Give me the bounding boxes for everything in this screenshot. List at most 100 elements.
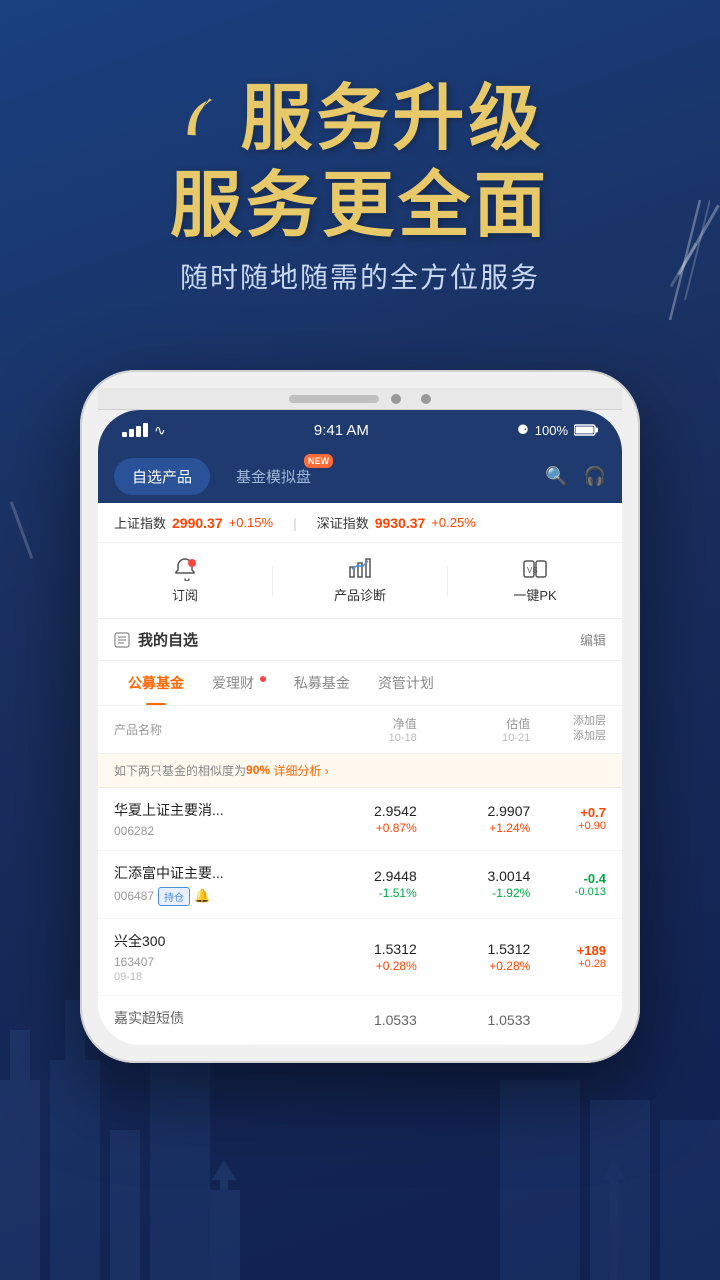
- subtitle-text: 随时随地随需的全方位服务: [0, 256, 720, 296]
- quick-actions: 订阅 产品诊断 VS: [98, 543, 622, 619]
- ticker-shenzhen: 深证指数 9930.37 +0.25%: [317, 513, 476, 532]
- nav-tab-zixi[interactable]: 自选产品: [114, 458, 210, 495]
- fund-action-2: -0.4 -0.013: [530, 871, 606, 898]
- notch-camera: [391, 394, 401, 404]
- fund-est-change-3: +0.28%: [417, 959, 531, 973]
- cat-tab-wealth[interactable]: 爱理财: [198, 661, 280, 705]
- fund-info-2: 汇添富中证主要... 006487 持仓 🔔: [114, 863, 303, 906]
- fund-nav-value-3: 1.5312: [303, 941, 417, 957]
- fund-est-2: 3.0014 -1.92%: [417, 868, 531, 900]
- similarity-alert: 如下两只基金的相似度为 90% 详细分析 ›: [98, 754, 622, 788]
- fund-code-number-3: 163407: [114, 955, 154, 969]
- signal-bars: [122, 423, 148, 437]
- vs-icon: VS: [523, 557, 547, 581]
- header-section: 服务升级 服务更全面 随时随地随需的全方位服务: [0, 80, 720, 296]
- ticker-sh-label: 上证指数: [114, 513, 166, 532]
- th-nav-label: 净值: [303, 715, 417, 732]
- fund-row-3[interactable]: 兴全300 163407 09-18 1.5312 +0.28% 1.5312 …: [98, 919, 622, 996]
- phone-notch: [98, 388, 622, 410]
- quick-action-subscribe[interactable]: 订阅: [98, 557, 272, 604]
- fund-tag-2: 持仓: [158, 887, 190, 906]
- fund-code-3: 163407: [114, 955, 303, 969]
- notch-speaker: [289, 395, 379, 403]
- fund-row-1[interactable]: 华夏上证主要消... 006282 2.9542 +0.87% 2.9907 +…: [98, 788, 622, 851]
- pk-label: 一键PK: [513, 585, 556, 604]
- cat-tab-wealth-label: 爱理财: [212, 675, 254, 691]
- chart-icon: [348, 557, 372, 581]
- similarity-text: 如下两只基金的相似度为: [114, 762, 246, 779]
- fund-est-value-4: 1.0533: [417, 1012, 531, 1028]
- diagnose-label: 产品诊断: [334, 585, 386, 604]
- fund-nav-value-2: 2.9448: [303, 868, 417, 884]
- fund-row-4[interactable]: 嘉实超短债 1.0533 1.0533: [98, 996, 622, 1045]
- fund-nav-value-1: 2.9542: [303, 803, 417, 819]
- fund-nav-2: 2.9448 -1.51%: [303, 868, 417, 900]
- quick-action-diagnose[interactable]: 产品诊断: [273, 557, 447, 604]
- section-title-text: 我的自选: [138, 629, 198, 650]
- ticker-sh-value: 2990.37: [172, 515, 223, 531]
- fund-return-sub-1: +0.90: [530, 820, 606, 832]
- fund-code-2: 006487 持仓 🔔: [114, 887, 303, 906]
- section-edit-btn[interactable]: 编辑: [580, 630, 606, 649]
- cat-tab-private[interactable]: 私募基金: [280, 661, 364, 705]
- fund-name-4: 嘉实超短债: [114, 1008, 303, 1028]
- watchlist-icon: [114, 632, 130, 648]
- signal-bar-3: [136, 426, 141, 437]
- th-name: 产品名称: [114, 721, 303, 738]
- ticker-sz-value: 9930.37: [375, 515, 426, 531]
- fund-est-3: 1.5312 +0.28%: [417, 941, 531, 973]
- ticker-separator: |: [293, 515, 297, 531]
- main-title-line1: 服务升级: [0, 80, 720, 159]
- fund-est-1: 2.9907 +1.24%: [417, 803, 531, 835]
- cat-tab-asset[interactable]: 资管计划: [364, 661, 448, 705]
- ticker-sz-label: 深证指数: [317, 513, 369, 532]
- fund-row-2[interactable]: 汇添富中证主要... 006487 持仓 🔔 2.9448 -1.51% 3.0…: [98, 851, 622, 919]
- market-ticker: 上证指数 2990.37 +0.15% | 深证指数 9930.37 +0.25…: [98, 503, 622, 543]
- fund-action-1: +0.7 +0.90: [530, 805, 606, 832]
- app-nav: 自选产品 基金模拟盘 NEW 🔍 🎧: [98, 450, 622, 503]
- wealth-dot: [260, 676, 266, 682]
- fund-return-sub-2: -0.013: [530, 886, 606, 898]
- status-left: ∿: [122, 422, 166, 439]
- fund-est-change-1: +1.24%: [417, 821, 531, 835]
- bluetooth-icon: ⚈: [517, 422, 529, 438]
- section-header: 我的自选 编辑: [98, 619, 622, 661]
- fund-nav-3: 1.5312 +0.28%: [303, 941, 417, 973]
- quick-action-pk[interactable]: VS 一键PK: [448, 557, 622, 604]
- fund-code-1: 006282: [114, 824, 303, 838]
- fund-return-3: +189: [530, 943, 606, 958]
- fund-nav-value-4: 1.0533: [303, 1012, 417, 1028]
- ticker-sh-change: +0.15%: [229, 515, 273, 530]
- headset-icon[interactable]: 🎧: [584, 466, 606, 487]
- nav-icons: 🔍 🎧: [545, 466, 606, 487]
- cat-tab-public[interactable]: 公募基金: [114, 661, 198, 705]
- status-time: 9:41 AM: [314, 422, 369, 439]
- fund-name-1: 华夏上证主要消...: [114, 800, 303, 820]
- fund-info-3: 兴全300 163407 09-18: [114, 931, 303, 983]
- fund-est-4: 1.0533: [417, 1012, 531, 1028]
- similarity-link[interactable]: 详细分析 ›: [273, 762, 328, 779]
- fund-name-3: 兴全300: [114, 931, 303, 951]
- phone-mockup: ∿ 9:41 AM ⚈ 100% 自选产品: [80, 370, 640, 1063]
- notch-camera2: [421, 394, 431, 404]
- fund-est-value-2: 3.0014: [417, 868, 531, 884]
- fund-code-number-2: 006487: [114, 889, 154, 903]
- th-est: 估值 10-21: [417, 715, 531, 744]
- fund-est-value-3: 1.5312: [417, 941, 531, 957]
- main-title-line2: 服务更全面: [0, 167, 720, 246]
- th-est-label: 估值: [417, 715, 531, 732]
- fund-info-1: 华夏上证主要消... 006282: [114, 800, 303, 838]
- th-add: 添加层 添加层: [530, 714, 606, 745]
- main-title-text2: 服务更全面: [170, 166, 550, 246]
- search-icon[interactable]: 🔍: [545, 466, 567, 487]
- nav-badge-new: NEW: [304, 454, 333, 468]
- status-right: ⚈ 100%: [517, 422, 598, 438]
- table-header: 产品名称 净值 10-18 估值 10-21 添加层 添加层: [98, 706, 622, 754]
- category-tabs: 公募基金 爱理财 私募基金 资管计划: [98, 661, 622, 706]
- fund-bell-2: 🔔: [194, 888, 210, 904]
- fund-action-3: +189 +0.28: [530, 943, 606, 970]
- signal-bar-1: [122, 432, 127, 437]
- fund-return-2: -0.4: [530, 871, 606, 886]
- nav-tab-jijin[interactable]: 基金模拟盘 NEW: [218, 458, 329, 495]
- signal-bar-4: [143, 423, 148, 437]
